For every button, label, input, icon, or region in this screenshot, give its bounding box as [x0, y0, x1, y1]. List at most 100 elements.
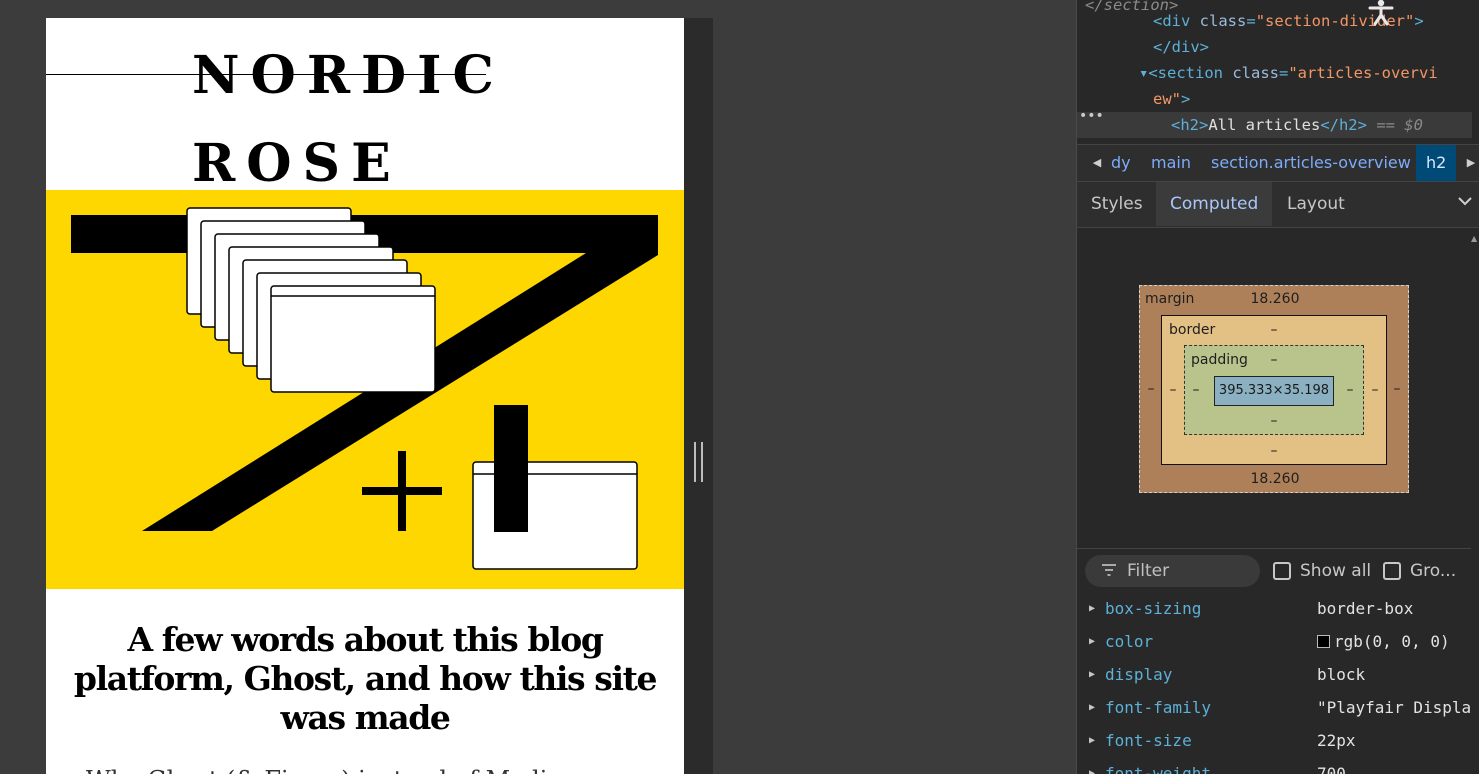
property-value-text: rgb(0, 0, 0): [1334, 632, 1450, 651]
property-value: block: [1317, 658, 1365, 691]
elements-tree-node[interactable]: ▾<section class="articles-overvi: [1077, 60, 1472, 86]
tree-token: >: [1181, 90, 1191, 108]
elements-tree-node[interactable]: </div>: [1077, 34, 1472, 60]
post-excerpt: Why Ghost (& Figma) instead of Medium: [86, 766, 646, 774]
border-top-value[interactable]: –: [1268, 322, 1280, 338]
elements-tree-node[interactable]: <h2>All articles</h2> == $0: [1077, 112, 1472, 138]
box-model-border[interactable]: border – – – – padding – – – – 395.333×3…: [1161, 315, 1387, 465]
viewport-resize-handle[interactable]: [694, 442, 703, 482]
filter-box[interactable]: [1085, 555, 1260, 587]
computed-property-row[interactable]: ▶ font-size 22px: [1077, 724, 1479, 757]
margin-right-value[interactable]: –: [1392, 381, 1402, 397]
expand-triangle-icon[interactable]: ▶: [1089, 625, 1095, 658]
padding-top-value[interactable]: –: [1268, 352, 1280, 368]
margin-left-value[interactable]: –: [1146, 381, 1156, 397]
expand-triangle-icon[interactable]: ▶: [1089, 592, 1095, 625]
blog-page: NORDIC ROSE A few words about this blog …: [46, 18, 684, 774]
tree-token: ew": [1153, 90, 1181, 108]
border-left-value[interactable]: –: [1168, 382, 1178, 398]
post-title[interactable]: A few words about this blog platform, Gh…: [56, 620, 674, 737]
elements-tree: </section> <div class="section-divider"> <…: [1077, 0, 1479, 144]
tab-layout[interactable]: Layout: [1273, 182, 1359, 226]
chevron-down-icon[interactable]: [1456, 192, 1474, 210]
border-bottom-value[interactable]: –: [1268, 443, 1280, 459]
border-right-value[interactable]: –: [1370, 382, 1380, 398]
filter-icon: [1102, 564, 1116, 576]
show-all-label[interactable]: Show all: [1300, 549, 1371, 593]
property-name: font-size: [1105, 731, 1192, 750]
computed-property-row[interactable]: ▶ font-family "Playfair Displa: [1077, 691, 1479, 724]
expand-triangle-icon[interactable]: ▶: [1089, 757, 1095, 774]
property-name: display: [1105, 665, 1173, 684]
device-viewport: NORDIC ROSE A few words about this blog …: [0, 0, 1076, 774]
tree-token: class: [1199, 12, 1247, 30]
properties-scrollbar[interactable]: ▲: [1471, 228, 1479, 774]
computed-property-row[interactable]: ▶ font-weight 700: [1077, 757, 1479, 774]
property-value-text: "Playfair Displa: [1317, 698, 1472, 717]
tree-token: <div: [1153, 12, 1200, 30]
show-all-checkbox[interactable]: [1273, 562, 1291, 580]
site-title-line1: NORDIC: [192, 45, 505, 106]
margin-bottom-value[interactable]: 18.260: [1250, 471, 1300, 487]
margin-top-value[interactable]: 18.260: [1250, 291, 1300, 307]
group-checkbox[interactable]: [1383, 562, 1401, 580]
property-value: 700: [1317, 757, 1346, 774]
breadcrumb-left-arrow-icon[interactable]: ◀: [1083, 145, 1111, 181]
devtools-panel: </section> <div class="section-divider"> <…: [1076, 0, 1479, 774]
viewport-gutter: [684, 18, 713, 774]
property-name: font-family: [1105, 698, 1211, 717]
tree-token: </div>: [1153, 38, 1209, 56]
more-actions-icon[interactable]: •••: [1079, 108, 1104, 124]
expand-triangle-icon[interactable]: ▶: [1089, 691, 1095, 724]
padding-bottom-value[interactable]: –: [1268, 413, 1280, 429]
elements-tree-node[interactable]: <div class="section-divider">: [1077, 8, 1472, 34]
box-model-margin[interactable]: margin 18.260 18.260 – – border – – – – …: [1139, 285, 1409, 493]
property-name: box-sizing: [1105, 599, 1202, 618]
computed-properties-list: ▶ box-sizing border-box ▶ color rgb(0, 0, 0) ▶…: [1077, 592, 1479, 774]
tree-token: =: [1246, 12, 1256, 30]
property-name: font-weight: [1105, 764, 1211, 774]
property-value-text: 700: [1317, 764, 1346, 774]
breadcrumb-item-h2[interactable]: h2: [1416, 145, 1457, 181]
tab-computed[interactable]: Computed: [1156, 182, 1273, 226]
computed-property-row[interactable]: ▶ color rgb(0, 0, 0): [1077, 625, 1479, 658]
breadcrumb-item-section[interactable]: section.articles-overview: [1211, 145, 1411, 181]
margin-label: margin: [1145, 291, 1195, 307]
border-label: border: [1169, 322, 1216, 338]
dom-breadcrumb: ◀ dy main section.articles-overview h2 ▶: [1077, 144, 1479, 182]
plus-glyph: [362, 451, 442, 531]
filter-input[interactable]: [1127, 555, 1255, 587]
sidebar-tabs: Styles Computed Layout: [1077, 182, 1479, 228]
inspect-accessibility-icon[interactable]: [1366, 0, 1398, 26]
box-model-padding[interactable]: padding – – – – 395.333×35.198: [1184, 345, 1364, 435]
tab-styles[interactable]: Styles: [1077, 182, 1157, 226]
tree-token: class: [1232, 64, 1279, 82]
expand-triangle-icon[interactable]: ▶: [1089, 658, 1095, 691]
breadcrumb-right-arrow-icon[interactable]: ▶: [1461, 145, 1479, 181]
color-swatch[interactable]: [1317, 635, 1330, 648]
property-value: 22px: [1317, 724, 1356, 757]
property-value-text: border-box: [1317, 599, 1414, 618]
elements-tree-node[interactable]: ew">: [1077, 86, 1472, 112]
tree-token: ▾<section: [1139, 64, 1233, 82]
group-label[interactable]: Gro...: [1410, 549, 1456, 593]
property-value: border-box: [1317, 592, 1413, 625]
property-name: color: [1105, 632, 1154, 651]
breadcrumb-item-main[interactable]: main: [1151, 145, 1191, 181]
box-model-area: margin 18.260 18.260 – – border – – – – …: [1077, 228, 1479, 548]
expand-triangle-icon[interactable]: ▶: [1089, 724, 1095, 757]
hero-seven-plus-one-graphic: [71, 207, 658, 570]
padding-label: padding: [1191, 352, 1248, 368]
box-model-content-size[interactable]: 395.333×35.198: [1214, 376, 1334, 406]
breadcrumb-item-body[interactable]: dy: [1111, 145, 1131, 181]
computed-property-row[interactable]: ▶ box-sizing border-box: [1077, 592, 1479, 625]
padding-right-value[interactable]: –: [1345, 382, 1355, 398]
site-title[interactable]: NORDIC ROSE: [192, 32, 505, 208]
property-value: rgb(0, 0, 0): [1317, 625, 1450, 658]
padding-left-value[interactable]: –: [1191, 382, 1201, 398]
tree-token: <h2>: [1171, 116, 1209, 134]
computed-filter-row: Show all Gro...: [1077, 548, 1479, 592]
property-value-text: 22px: [1317, 731, 1356, 750]
computed-property-row[interactable]: ▶ display block: [1077, 658, 1479, 691]
property-value: "Playfair Displa: [1317, 691, 1471, 724]
